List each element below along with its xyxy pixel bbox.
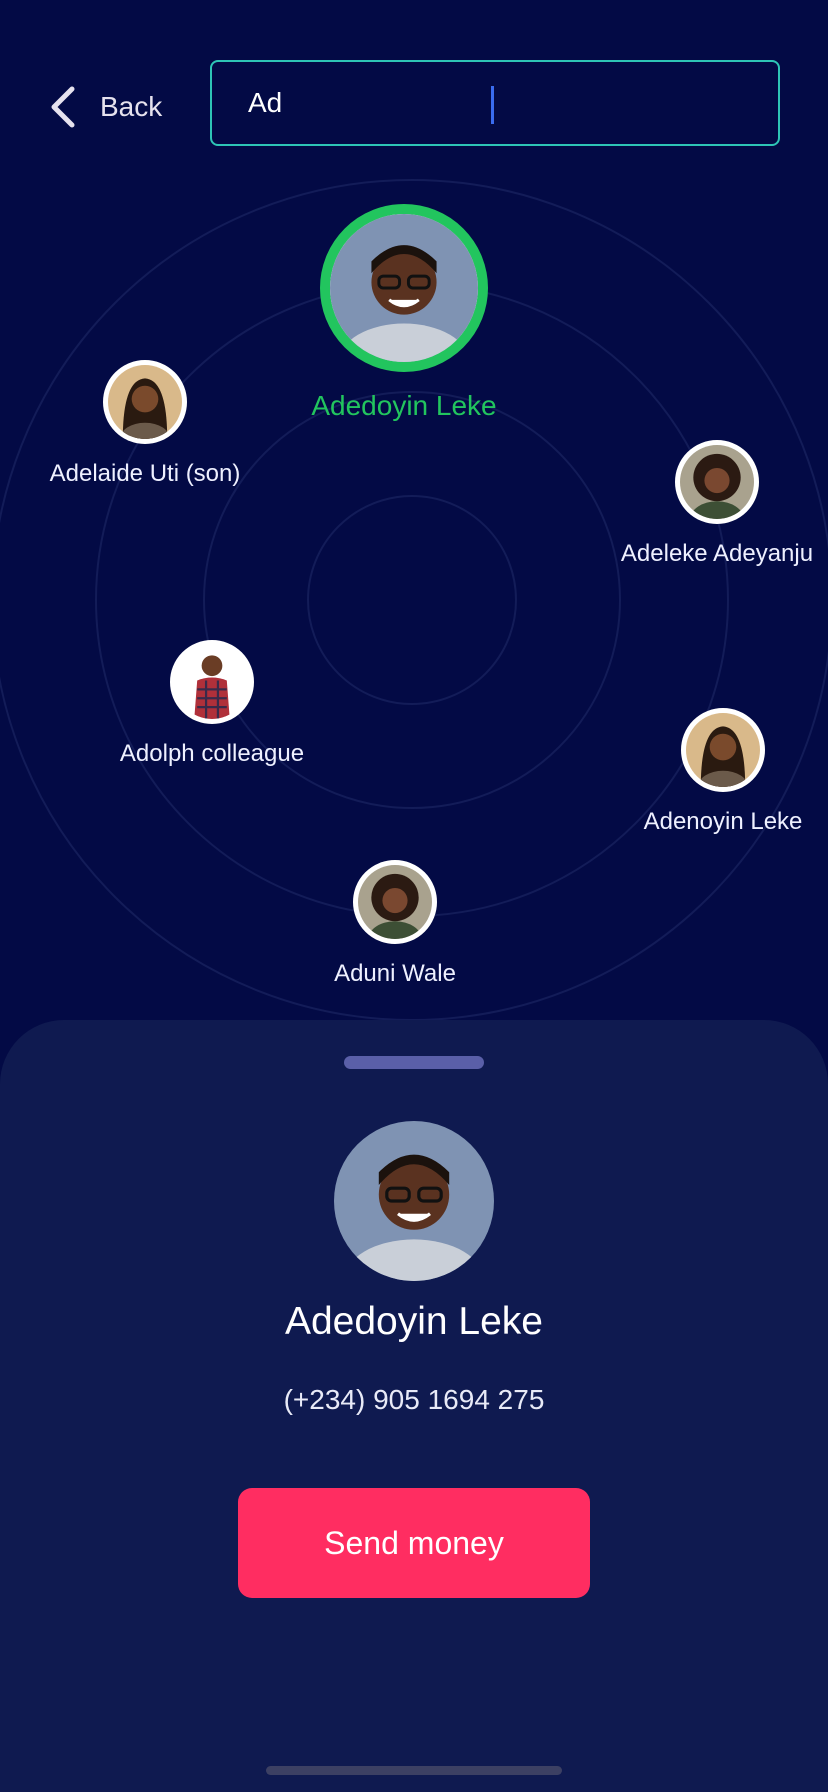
sheet-drag-handle[interactable] bbox=[344, 1056, 484, 1069]
contact-name: Adeleke Adeyanju bbox=[620, 540, 814, 567]
contact-item[interactable]: Adolph colleague bbox=[102, 640, 322, 768]
woman-curly-hair-photo bbox=[358, 865, 432, 939]
contact-name: Adenoyin Leke bbox=[643, 808, 803, 835]
contact-item[interactable]: Aduni Wale bbox=[295, 860, 495, 988]
avatar bbox=[675, 440, 759, 524]
contact-item[interactable]: Adeleke Adeyanju bbox=[612, 440, 822, 568]
young-man-glasses-photo bbox=[330, 214, 478, 362]
avatar bbox=[320, 204, 488, 372]
avatar bbox=[103, 360, 187, 444]
woman-curly-hair-photo bbox=[680, 445, 754, 519]
send-money-button[interactable]: Send money bbox=[238, 1488, 590, 1598]
woman-smiling-photo bbox=[108, 365, 182, 439]
avatar bbox=[170, 640, 254, 724]
avatar bbox=[353, 860, 437, 944]
contact-item[interactable]: Adelaide Uti (son) bbox=[30, 360, 260, 488]
home-indicator bbox=[266, 1766, 562, 1775]
contact-name: Adedoyin Leke bbox=[311, 390, 497, 421]
selected-contact-phone: (+234) 905 1694 275 bbox=[283, 1384, 545, 1415]
avatar bbox=[681, 708, 765, 792]
contact-name: Aduni Wale bbox=[334, 960, 456, 987]
contact-name: Adolph colleague bbox=[119, 740, 305, 767]
woman-smiling-photo bbox=[686, 713, 760, 787]
man-plaid-shirt-photo bbox=[175, 645, 249, 719]
contact-name: Adelaide Uti (son) bbox=[49, 460, 241, 487]
young-man-glasses-photo bbox=[334, 1121, 494, 1281]
contact-selected[interactable]: Adedoyin Leke bbox=[304, 204, 504, 422]
selected-avatar bbox=[334, 1121, 494, 1281]
selected-contact-name: Adedoyin Leke bbox=[284, 1300, 544, 1343]
contact-item[interactable]: Adenoyin Leke bbox=[623, 708, 823, 836]
